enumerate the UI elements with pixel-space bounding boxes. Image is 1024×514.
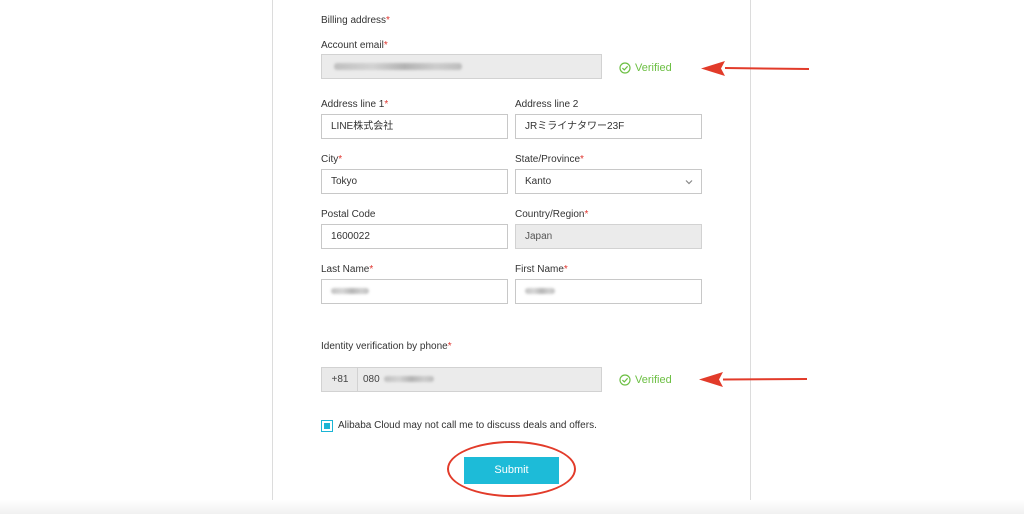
required-mark: * (384, 99, 389, 110)
state-label-text: State/Province (515, 154, 581, 165)
opt-out-checkbox[interactable] (321, 420, 333, 432)
address-line2-label: Address line 2 (515, 99, 579, 110)
phone-verified-status: Verified (619, 373, 672, 387)
last-name-input[interactable] (321, 279, 508, 304)
country-label: Country/Region* (515, 209, 588, 221)
required-mark: * (386, 15, 390, 26)
city-label: City* (321, 154, 342, 166)
phone-country-code: +81 (321, 367, 358, 392)
state-select[interactable]: Kanto (515, 169, 702, 194)
redacted-last-name (331, 288, 369, 295)
email-verified-status: Verified (619, 61, 672, 75)
first-name-input[interactable] (515, 279, 702, 304)
postal-code-label: Postal Code (321, 209, 376, 220)
first-name-label-text: First Name (515, 264, 564, 275)
check-circle-icon (619, 374, 631, 386)
required-mark: * (580, 154, 584, 165)
billing-address-heading: Billing address* (321, 15, 390, 27)
country-field: Japan (515, 224, 702, 249)
required-mark: * (447, 341, 452, 352)
phone-verification-label-text: Identity verification by phone (321, 341, 448, 352)
phone-number-prefix-digits: 080 (363, 374, 380, 385)
opt-out-label: Alibaba Cloud may not call me to discuss… (338, 420, 597, 431)
required-mark: * (563, 264, 568, 275)
required-mark: * (369, 264, 374, 275)
address-line1-input[interactable]: LINE株式会社 (321, 114, 508, 139)
required-mark: * (584, 209, 589, 220)
city-label-text: City (321, 154, 339, 165)
chevron-down-icon (685, 180, 693, 185)
last-name-label: Last Name* (321, 264, 373, 276)
annotation-circle-submit (447, 441, 576, 497)
postal-code-input[interactable]: 1600022 (321, 224, 508, 249)
address-line1-label: Address line 1* (321, 99, 388, 111)
redacted-phone-number (384, 376, 435, 383)
account-email-label-text: Account email (321, 40, 384, 51)
redacted-email (334, 62, 462, 70)
city-input[interactable]: Tokyo (321, 169, 508, 194)
state-select-value: Kanto (525, 176, 552, 187)
account-email-label: Account email* (321, 40, 388, 52)
page-bottom-shadow (0, 500, 1024, 514)
check-circle-icon (619, 62, 631, 74)
phone-verified-text: Verified (635, 374, 672, 386)
last-name-label-text: Last Name (321, 264, 370, 275)
account-email-field[interactable] (321, 54, 602, 79)
first-name-label: First Name* (515, 264, 568, 276)
address-line2-input[interactable]: JRミライナタワー23F (515, 114, 702, 139)
billing-address-text: Billing address (321, 15, 387, 26)
annotation-arrow-email (701, 61, 810, 76)
phone-verification-label: Identity verification by phone* (321, 341, 452, 353)
address-line1-label-text: Address line 1 (321, 99, 385, 110)
required-mark: * (338, 154, 343, 165)
email-verified-text: Verified (635, 62, 672, 74)
required-mark: * (383, 40, 388, 51)
phone-number-field[interactable]: 080 (357, 367, 602, 392)
redacted-first-name (525, 288, 555, 295)
annotation-arrow-phone (699, 372, 808, 387)
state-label: State/Province* (515, 154, 584, 166)
country-label-text: Country/Region (515, 209, 585, 220)
